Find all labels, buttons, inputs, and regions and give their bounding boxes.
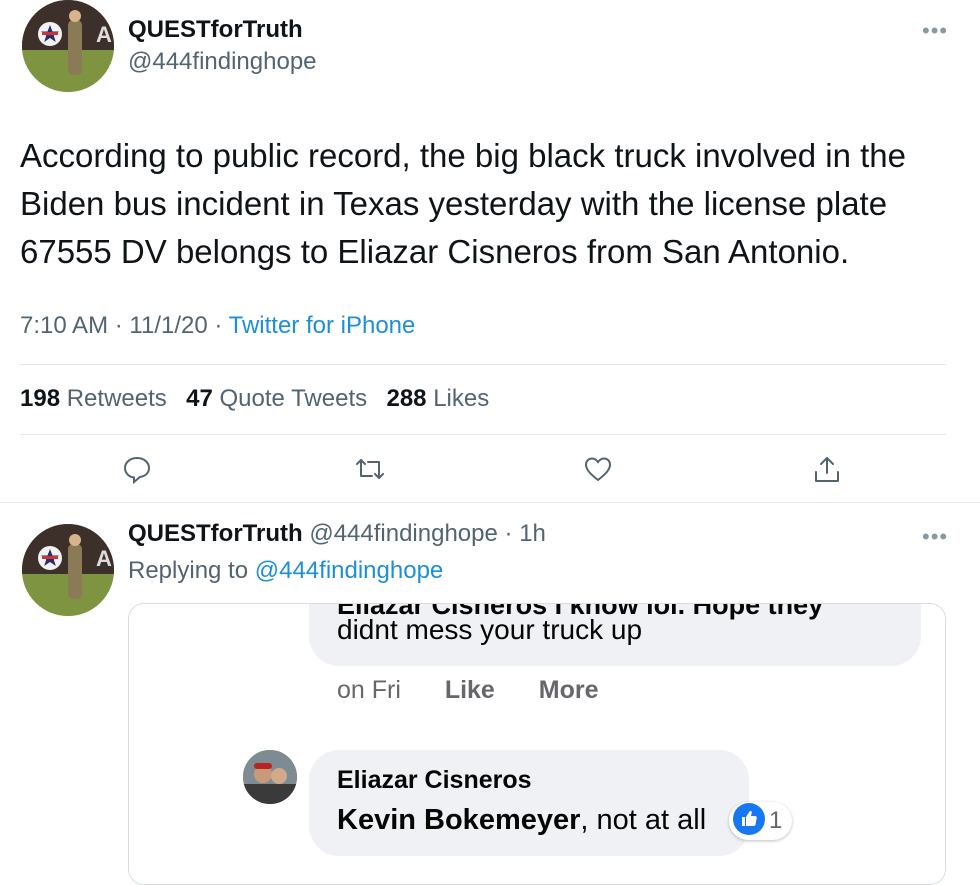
reply-comment-text: Kevin Bokemeyer, not at all	[337, 804, 706, 837]
reply-handle[interactable]: @444findinghope	[309, 520, 498, 547]
embedded-image[interactable]: Eliazar Cisneros I know lol. Hope they d…	[128, 603, 946, 885]
retweet-icon[interactable]	[354, 454, 386, 484]
share-icon[interactable]	[812, 454, 842, 484]
comment-more-link: More	[538, 676, 599, 704]
tweet-text: According to public record, the big blac…	[20, 137, 906, 270]
reply-comment-body: , not at all	[580, 804, 707, 836]
more-horizontal-icon[interactable]: •••	[922, 18, 948, 44]
svg-text:A: A	[96, 546, 112, 571]
reply-icon[interactable]	[122, 454, 152, 484]
avatar[interactable]: A	[22, 0, 114, 92]
reply-comment-author: Eliazar Cisneros	[337, 766, 532, 794]
replying-to-handle[interactable]: @444findinghope	[255, 557, 444, 584]
reaction-badge: 1	[729, 802, 793, 840]
reply-more-icon[interactable]: •••	[922, 524, 948, 550]
divider	[0, 502, 980, 503]
quotes-count: 47	[186, 385, 213, 412]
reaction-count: 1	[769, 807, 783, 834]
replying-to-label: Replying to	[128, 557, 249, 584]
likes-label: Likes	[433, 385, 490, 412]
reply-mention: Kevin Bokemeyer	[337, 804, 581, 836]
separator: ·	[214, 312, 229, 339]
quotes-label: Quote Tweets	[219, 385, 368, 412]
retweets-label: Retweets	[66, 385, 167, 412]
comment-meta: on Fri Like More	[337, 676, 598, 705]
quotes-stat[interactable]: 47 Quote Tweets	[186, 385, 367, 412]
reply-header: QUESTforTruth @444findinghope · 1h	[128, 520, 546, 548]
replying-to: Replying to @444findinghope	[128, 557, 443, 585]
tweet-time: 7:10 AM	[20, 312, 109, 339]
separator: ·	[114, 312, 130, 339]
divider	[20, 364, 946, 365]
reply-avatar[interactable]: A	[22, 524, 114, 616]
likes-count: 288	[386, 385, 427, 412]
tweet-client-link[interactable]: Twitter for iPhone	[229, 312, 416, 339]
tweet-date: 11/1/20	[129, 312, 208, 339]
reply-display-name[interactable]: QUESTforTruth	[128, 520, 303, 547]
divider	[20, 434, 946, 435]
likes-stat[interactable]: 288 Likes	[386, 385, 489, 412]
svg-text:A: A	[96, 22, 112, 47]
separator: ·	[497, 520, 520, 547]
reply-age[interactable]: 1h	[519, 520, 546, 547]
like-icon[interactable]	[583, 454, 613, 484]
commenter-avatar	[243, 750, 297, 804]
thumbs-up-icon	[733, 802, 765, 840]
tweet-timestamp: 7:10 AM · 11/1/20 · Twitter for iPhone	[20, 312, 415, 340]
tweet-stats: 198 Retweets 47 Quote Tweets 288 Likes	[20, 385, 489, 413]
retweets-stat[interactable]: 198 Retweets	[20, 385, 167, 412]
display-name[interactable]: QUESTforTruth	[128, 16, 303, 44]
retweets-count: 198	[20, 385, 61, 412]
comment-text: didnt mess your truck up	[337, 614, 643, 645]
user-handle[interactable]: @444findinghope	[128, 48, 317, 76]
comment-like-link: Like	[444, 676, 495, 704]
comment-time: on Fri	[337, 676, 401, 704]
